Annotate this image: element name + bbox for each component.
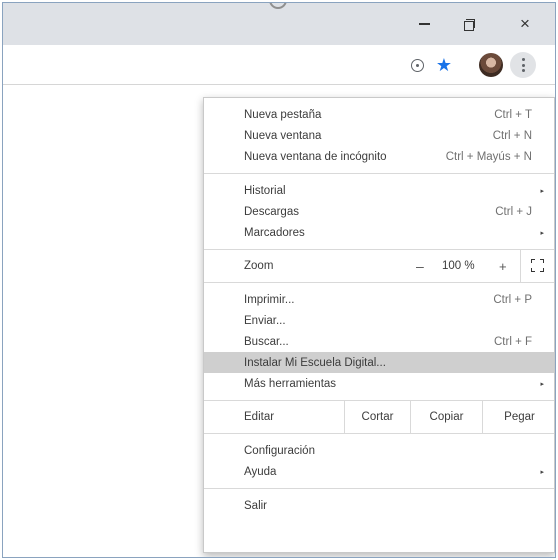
- menu-item-downloads[interactable]: Descargas Ctrl + J: [204, 201, 554, 222]
- kebab-dot-icon: [521, 58, 525, 61]
- submenu-arrow-icon: ▸: [540, 468, 544, 476]
- menu-item-incognito[interactable]: Nueva ventana de incógnito Ctrl + Mayús …: [204, 146, 554, 167]
- menu-item-help[interactable]: Ayuda ▸: [204, 461, 554, 482]
- zoom-label: Zoom: [244, 260, 274, 272]
- menu-item-exit[interactable]: Salir: [204, 495, 554, 516]
- paste-button[interactable]: Pegar: [482, 401, 555, 433]
- menu-item-history[interactable]: Historial ▸: [204, 180, 554, 201]
- close-icon: ×: [520, 14, 530, 33]
- menu-item-print[interactable]: Imprimir... Ctrl + P: [204, 289, 554, 310]
- profile-avatar[interactable]: [479, 53, 503, 77]
- menu-item-cast[interactable]: Enviar...: [204, 310, 554, 331]
- zoom-row: Zoom – 100 % +: [204, 250, 554, 282]
- zoom-in-button[interactable]: +: [499, 259, 507, 274]
- browser-toolbar: ★: [3, 45, 555, 85]
- submenu-arrow-icon: ▸: [540, 229, 544, 237]
- browser-window: × ★ Nueva pestaña Ctrl + T Nueva ventana…: [2, 2, 556, 558]
- minimize-icon: [418, 23, 430, 25]
- minimize-button[interactable]: [402, 3, 446, 45]
- cut-button[interactable]: Cortar: [344, 401, 410, 433]
- star-icon: ★: [435, 54, 453, 75]
- install-app-icon: [410, 58, 424, 72]
- zoom-divider: [520, 250, 521, 282]
- menu-group-settings: Configuración Ayuda ▸: [204, 434, 554, 488]
- close-button[interactable]: ×: [503, 3, 547, 45]
- title-bar: ×: [3, 3, 555, 45]
- menu-item-settings[interactable]: Configuración: [204, 440, 554, 461]
- restore-icon: [464, 19, 475, 31]
- menu-group-windows: Nueva pestaña Ctrl + T Nueva ventana Ctr…: [204, 98, 554, 173]
- submenu-arrow-icon: ▸: [540, 380, 544, 388]
- edit-label: Editar: [244, 411, 275, 423]
- tab-edge: [269, 3, 287, 9]
- submenu-arrow-icon: ▸: [540, 187, 544, 195]
- menu-item-new-tab[interactable]: Nueva pestaña Ctrl + T: [204, 104, 554, 125]
- menu-group-tools: Imprimir... Ctrl + P Enviar... Buscar...…: [204, 283, 554, 400]
- menu-item-install-app[interactable]: Instalar Mi Escuela Digital...: [204, 352, 554, 373]
- install-app-button[interactable]: [405, 53, 429, 77]
- menu-item-new-window[interactable]: Nueva ventana Ctrl + N: [204, 125, 554, 146]
- menu-group-history: Historial ▸ Descargas Ctrl + J Marcadore…: [204, 174, 554, 249]
- menu-group-exit: Salir: [204, 489, 554, 522]
- chrome-main-menu: Nueva pestaña Ctrl + T Nueva ventana Ctr…: [203, 97, 555, 553]
- edit-row: Editar Cortar Copiar Pegar: [204, 401, 554, 433]
- zoom-out-button[interactable]: –: [416, 258, 424, 274]
- menu-item-find[interactable]: Buscar... Ctrl + F: [204, 331, 554, 352]
- chrome-menu-button[interactable]: [510, 52, 536, 78]
- fullscreen-icon[interactable]: [531, 259, 544, 272]
- restore-button[interactable]: [447, 3, 491, 45]
- zoom-level: 100 %: [442, 260, 475, 272]
- menu-item-more-tools[interactable]: Más herramientas ▸: [204, 373, 554, 394]
- menu-item-bookmarks[interactable]: Marcadores ▸: [204, 222, 554, 243]
- bookmark-star-button[interactable]: ★: [432, 53, 456, 77]
- copy-button[interactable]: Copiar: [410, 401, 482, 433]
